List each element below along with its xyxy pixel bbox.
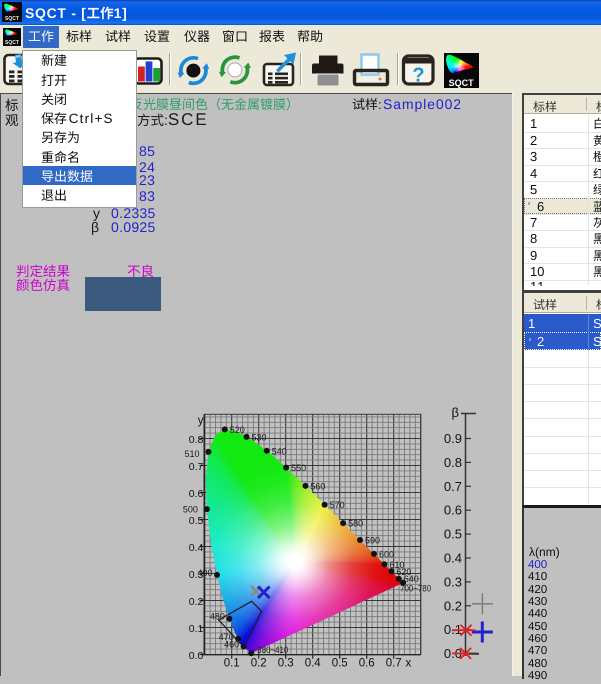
svg-text:0.8: 0.8 bbox=[189, 434, 204, 446]
svg-text:520: 520 bbox=[230, 425, 245, 435]
svg-text:480: 480 bbox=[210, 612, 225, 622]
svg-text:0.3: 0.3 bbox=[278, 658, 294, 670]
svg-text:y: y bbox=[198, 415, 204, 427]
svg-text:0.2: 0.2 bbox=[251, 658, 267, 670]
svg-text:0.2: 0.2 bbox=[189, 596, 204, 608]
svg-text:500: 500 bbox=[183, 505, 198, 515]
svg-text:β: β bbox=[452, 405, 459, 420]
svg-text:540: 540 bbox=[272, 446, 287, 456]
svg-text:0.5: 0.5 bbox=[189, 515, 204, 527]
svg-text:530: 530 bbox=[252, 432, 267, 442]
svg-text:700~780: 700~780 bbox=[400, 583, 431, 593]
svg-text:490: 490 bbox=[197, 568, 212, 578]
svg-text:0.7: 0.7 bbox=[386, 658, 402, 670]
svg-text:0.5: 0.5 bbox=[444, 527, 462, 542]
svg-text:460: 460 bbox=[224, 640, 239, 650]
svg-text:0.3: 0.3 bbox=[444, 574, 462, 589]
svg-text:0.6: 0.6 bbox=[444, 503, 462, 518]
svg-text:0.1: 0.1 bbox=[189, 623, 204, 635]
svg-text:0.4: 0.4 bbox=[444, 551, 462, 566]
svg-text:0.1: 0.1 bbox=[224, 658, 240, 670]
svg-text:0.4: 0.4 bbox=[189, 542, 204, 554]
svg-text:x: x bbox=[406, 657, 412, 669]
svg-text:510: 510 bbox=[184, 449, 199, 459]
svg-text:550: 550 bbox=[291, 463, 306, 473]
svg-text:0.6: 0.6 bbox=[189, 488, 204, 500]
svg-text:0.2: 0.2 bbox=[444, 598, 462, 613]
svg-text:590: 590 bbox=[365, 536, 380, 546]
svg-text:0.7: 0.7 bbox=[189, 461, 204, 473]
svg-text:0.8: 0.8 bbox=[444, 455, 462, 470]
svg-text:?: ? bbox=[412, 65, 424, 87]
svg-text:0.6: 0.6 bbox=[359, 658, 375, 670]
svg-text:580: 580 bbox=[348, 519, 363, 529]
svg-text:0.5: 0.5 bbox=[332, 658, 348, 670]
svg-text:0.7: 0.7 bbox=[444, 479, 462, 494]
svg-text:0.9: 0.9 bbox=[444, 431, 462, 446]
svg-text:380~410: 380~410 bbox=[257, 645, 288, 655]
svg-text:600: 600 bbox=[379, 549, 394, 559]
svg-text:560: 560 bbox=[310, 481, 325, 491]
svg-text:0.0: 0.0 bbox=[189, 650, 204, 662]
svg-text:0.4: 0.4 bbox=[305, 658, 322, 670]
svg-text:570: 570 bbox=[330, 500, 345, 510]
